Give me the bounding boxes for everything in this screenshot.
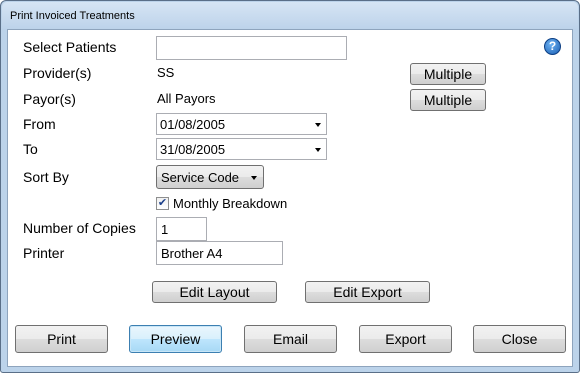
to-date-value: 31/08/2005 <box>160 142 226 157</box>
dropdown-arrow-icon[interactable] <box>315 123 321 127</box>
to-date-picker[interactable]: 31/08/2005 <box>156 138 327 160</box>
payors-value: All Payors <box>157 91 216 106</box>
email-button[interactable]: Email <box>244 325 337 353</box>
dialog-body: ? Select Patients Provider(s) SS Multipl… <box>7 29 573 367</box>
title-bar[interactable]: Print Invoiced Treatments <box>2 2 578 30</box>
monthly-breakdown-checkbox[interactable]: ✔ <box>156 197 169 210</box>
from-date-picker[interactable]: 01/08/2005 <box>156 113 327 135</box>
providers-multiple-button[interactable]: Multiple <box>410 63 486 85</box>
to-label: To <box>23 141 38 157</box>
printer-input[interactable] <box>156 241 283 265</box>
copies-label: Number of Copies <box>23 220 136 236</box>
print-button[interactable]: Print <box>15 325 108 353</box>
sort-by-dropdown[interactable]: Service Code <box>156 165 264 189</box>
close-button[interactable]: Close <box>473 325 566 353</box>
edit-export-button[interactable]: Edit Export <box>305 281 430 303</box>
export-button[interactable]: Export <box>359 325 452 353</box>
help-icon[interactable]: ? <box>544 38 561 55</box>
checkmark-icon: ✔ <box>157 197 168 209</box>
copies-input[interactable] <box>156 217 207 241</box>
from-label: From <box>23 116 56 132</box>
edit-layout-button[interactable]: Edit Layout <box>152 281 277 303</box>
providers-label: Provider(s) <box>23 65 92 81</box>
monthly-breakdown-label[interactable]: Monthly Breakdown <box>173 196 287 211</box>
select-patients-label: Select Patients <box>23 39 117 55</box>
payors-label: Payor(s) <box>23 91 76 107</box>
dialog-window: Print Invoiced Treatments ? Select Patie… <box>0 0 580 373</box>
dropdown-arrow-icon <box>251 176 257 180</box>
select-patients-input[interactable] <box>156 36 347 60</box>
from-date-value: 01/08/2005 <box>160 117 226 132</box>
providers-value: SS <box>157 65 175 80</box>
window-title: Print Invoiced Treatments <box>10 10 135 22</box>
preview-button[interactable]: Preview <box>129 325 222 353</box>
sort-by-value: Service Code <box>161 170 240 185</box>
printer-label: Printer <box>23 245 65 261</box>
dropdown-arrow-icon[interactable] <box>315 148 321 152</box>
sort-by-label: Sort By <box>23 169 69 185</box>
payors-multiple-button[interactable]: Multiple <box>410 89 486 111</box>
